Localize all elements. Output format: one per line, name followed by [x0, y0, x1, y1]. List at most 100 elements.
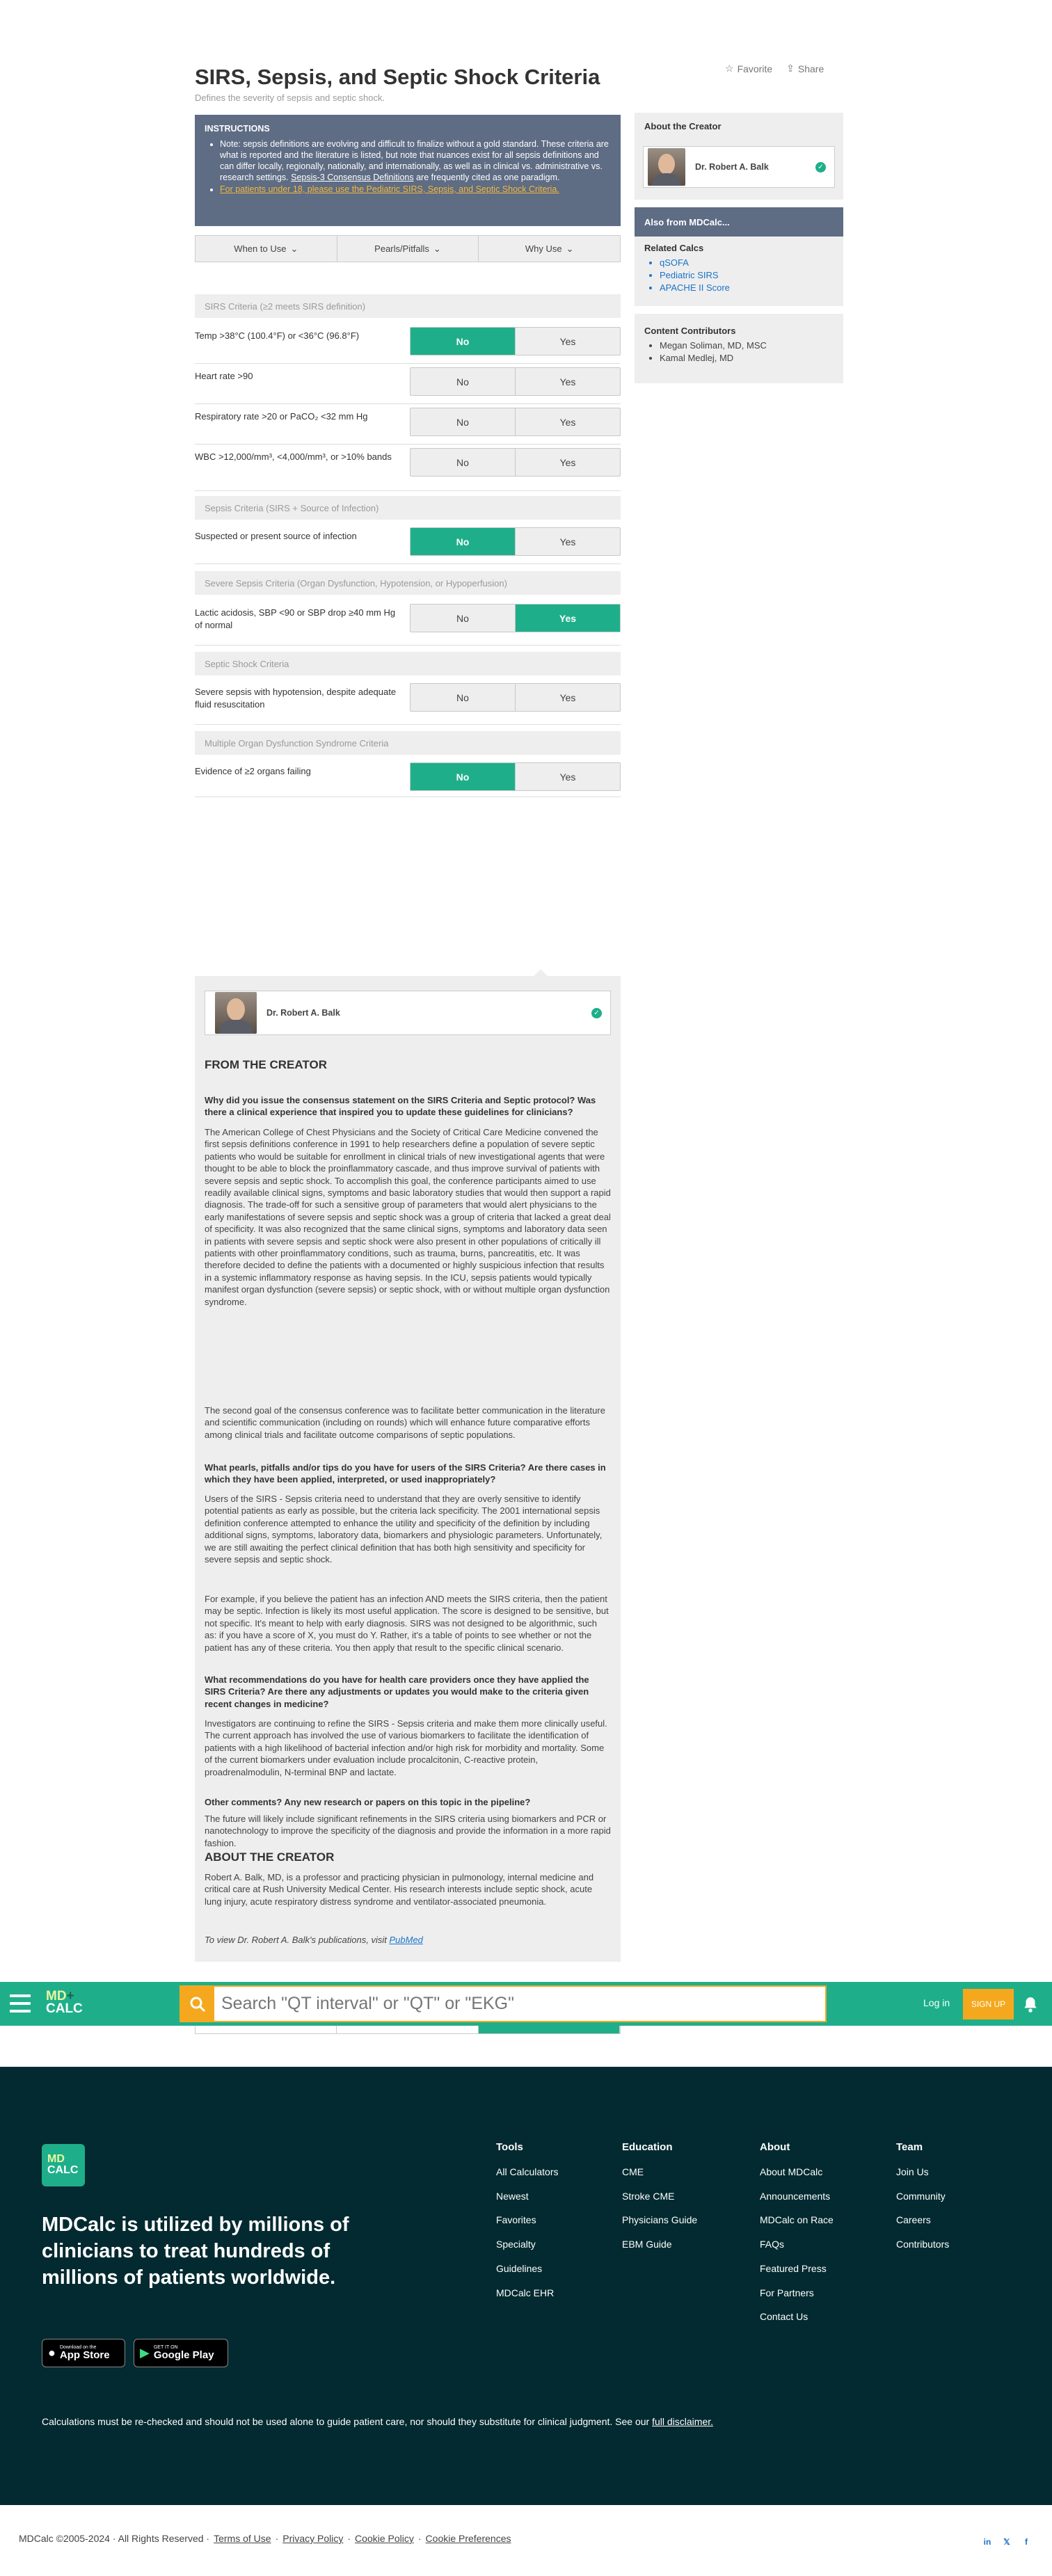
related-calc-link[interactable]: APACHE II Score [660, 282, 834, 294]
search-icon[interactable] [181, 1987, 214, 2021]
share-button[interactable]: ⇪ Share [786, 63, 824, 74]
sepsis3-link[interactable]: Sepsis-3 Consensus Definitions [291, 173, 413, 182]
footer-link[interactable]: Contact Us [760, 2305, 834, 2329]
yes-option[interactable]: Yes [516, 449, 620, 476]
yes-option[interactable]: Yes [516, 408, 620, 435]
creator-question: Why did you issue the consensus statemen… [205, 1095, 596, 1118]
footer-link[interactable]: Contributors [896, 2232, 949, 2257]
linkedin-icon[interactable]: in [982, 2537, 992, 2547]
avatar [215, 992, 257, 1034]
criterion-label: Severe sepsis with hypotension, despite … [195, 687, 397, 710]
creator-card[interactable]: Dr. Robert A. Balk ✓ [643, 146, 835, 188]
footer-link[interactable]: MDCalc on Race [760, 2208, 834, 2232]
no-option[interactable]: No [411, 408, 516, 435]
pediatric-link[interactable]: For patients under 18, please use the Pe… [220, 184, 559, 194]
google-play-button[interactable]: ▶ GET IT ON Google Play [134, 2339, 228, 2367]
favorite-button[interactable]: ☆ Favorite [725, 63, 772, 74]
x-icon[interactable]: 𝕏 [1002, 2537, 1012, 2547]
criterion-toggle[interactable]: No Yes [410, 762, 621, 791]
creator-answer: The second goal of the consensus confere… [205, 1405, 605, 1440]
criterion-toggle[interactable]: No Yes [410, 327, 621, 355]
instructions-box: INSTRUCTIONS Note: sepsis definitions ar… [195, 115, 621, 226]
app-store-button[interactable]: ● Download on the App Store [42, 2339, 125, 2367]
terms-link[interactable]: Terms of Use [214, 2533, 271, 2544]
criterion-toggle[interactable]: No Yes [410, 367, 621, 396]
chevron-down-icon: ⌄ [290, 243, 298, 254]
privacy-link[interactable]: Privacy Policy [282, 2533, 343, 2544]
criterion-toggle[interactable]: No Yes [410, 604, 621, 632]
footer-link[interactable]: Specialty [496, 2232, 558, 2257]
no-option[interactable]: No [411, 528, 516, 555]
footer-link[interactable]: CME [622, 2160, 697, 2184]
login-link[interactable]: Log in [923, 1997, 950, 2008]
yes-option[interactable]: Yes [516, 763, 620, 790]
criterion-toggle[interactable]: No Yes [410, 683, 621, 712]
hamburger-menu-icon[interactable] [10, 1994, 31, 2013]
section-mods: Multiple Organ Dysfunction Syndrome Crit… [195, 731, 621, 755]
from-creator-heading: FROM THE CREATOR [205, 1058, 327, 1071]
tab-why-use[interactable]: Why Use ⌄ [479, 236, 620, 262]
yes-option[interactable]: Yes [516, 368, 620, 395]
no-option[interactable]: No [411, 328, 516, 355]
footer-link[interactable]: Stroke CME [622, 2184, 697, 2209]
favorite-share: ☆ Favorite ⇪ Share [725, 63, 824, 74]
footer-link[interactable]: Physicians Guide [622, 2208, 697, 2232]
no-option[interactable]: No [411, 449, 516, 476]
footer-link[interactable]: Newest [496, 2184, 558, 2209]
yes-option[interactable]: Yes [516, 605, 620, 632]
creator-card[interactable]: Dr. Robert A. Balk ✓ [205, 991, 611, 1035]
disclaimer-link[interactable]: full disclaimer. [652, 2416, 713, 2427]
footer-link[interactable]: Guidelines [496, 2257, 558, 2281]
yes-option[interactable]: Yes [516, 328, 620, 355]
footer-link[interactable]: Announcements [760, 2184, 834, 2209]
footer-link[interactable]: For Partners [760, 2281, 834, 2305]
footer-link[interactable]: Featured Press [760, 2257, 834, 2281]
about-creator-heading: ABOUT THE CREATOR [205, 1850, 335, 1864]
footer-link[interactable]: Join Us [896, 2160, 949, 2184]
verified-check-icon: ✓ [591, 1007, 602, 1018]
creator-question: What recommendations do you have for hea… [205, 1674, 589, 1709]
criterion-toggle[interactable]: No Yes [410, 408, 621, 436]
yes-option[interactable]: Yes [516, 528, 620, 555]
footer-link[interactable]: MDCalc EHR [496, 2281, 558, 2305]
yes-option[interactable]: Yes [516, 684, 620, 711]
criterion-label: Lactic acidosis, SBP <90 or SBP drop ≥40… [195, 607, 396, 630]
search-input[interactable] [214, 1987, 825, 2021]
pubmed-link[interactable]: PubMed [389, 1935, 422, 1945]
no-option[interactable]: No [411, 684, 516, 711]
criterion-toggle[interactable]: No Yes [410, 448, 621, 477]
tab-pearls-pitfalls[interactable]: Pearls/Pitfalls ⌄ [337, 236, 479, 262]
related-calcs-heading: Related Calcs [644, 243, 704, 253]
share-icon: ⇪ [786, 63, 795, 74]
signup-button[interactable]: SIGN UP [963, 1989, 1014, 2019]
mdcalc-logo[interactable]: MD+ CALC [46, 1990, 95, 2015]
criterion-toggle[interactable]: No Yes [410, 527, 621, 556]
creator-answer: Investigators are continuing to refine t… [205, 1718, 607, 1777]
hidden-toggle-strip [195, 2026, 621, 2034]
related-calc-link[interactable]: Pediatric SIRS [660, 269, 834, 282]
bell-icon[interactable] [1021, 1996, 1039, 2017]
criterion-row: Evidence of ≥2 organs failing No Yes [195, 762, 621, 797]
footer-link[interactable]: Favorites [496, 2208, 558, 2232]
mdcalc-logo[interactable]: MD CALC [42, 2144, 85, 2186]
verified-check-icon: ✓ [815, 161, 826, 173]
related-calc-link[interactable]: qSOFA [660, 257, 834, 269]
facebook-icon[interactable]: f [1021, 2537, 1031, 2547]
about-creator-heading: About the Creator [644, 121, 722, 131]
creator-panel: Dr. Robert A. Balk ✓ FROM THE CREATOR Wh… [195, 976, 621, 1962]
footer-link[interactable]: About MDCalc [760, 2160, 834, 2184]
footer-link[interactable]: Community [896, 2184, 949, 2209]
no-option[interactable]: No [411, 605, 516, 632]
footer-link[interactable]: All Calculators [496, 2160, 558, 2184]
bottom-bar: MDCalc ©2005-2024 · All Rights Reserved … [0, 2505, 1052, 2576]
no-option[interactable]: No [411, 763, 516, 790]
footer-link[interactable]: FAQs [760, 2232, 834, 2257]
tab-when-to-use[interactable]: When to Use ⌄ [196, 236, 337, 262]
criterion-row: WBC >12,000/mm³, <4,000/mm³, or >10% ban… [195, 448, 621, 491]
section-sirs: SIRS Criteria (≥2 meets SIRS definition) [195, 294, 621, 318]
footer-link[interactable]: Careers [896, 2208, 949, 2232]
cookie-policy-link[interactable]: Cookie Policy [355, 2533, 414, 2544]
cookie-preferences-link[interactable]: Cookie Preferences [426, 2533, 511, 2544]
footer-link[interactable]: EBM Guide [622, 2232, 697, 2257]
no-option[interactable]: No [411, 368, 516, 395]
